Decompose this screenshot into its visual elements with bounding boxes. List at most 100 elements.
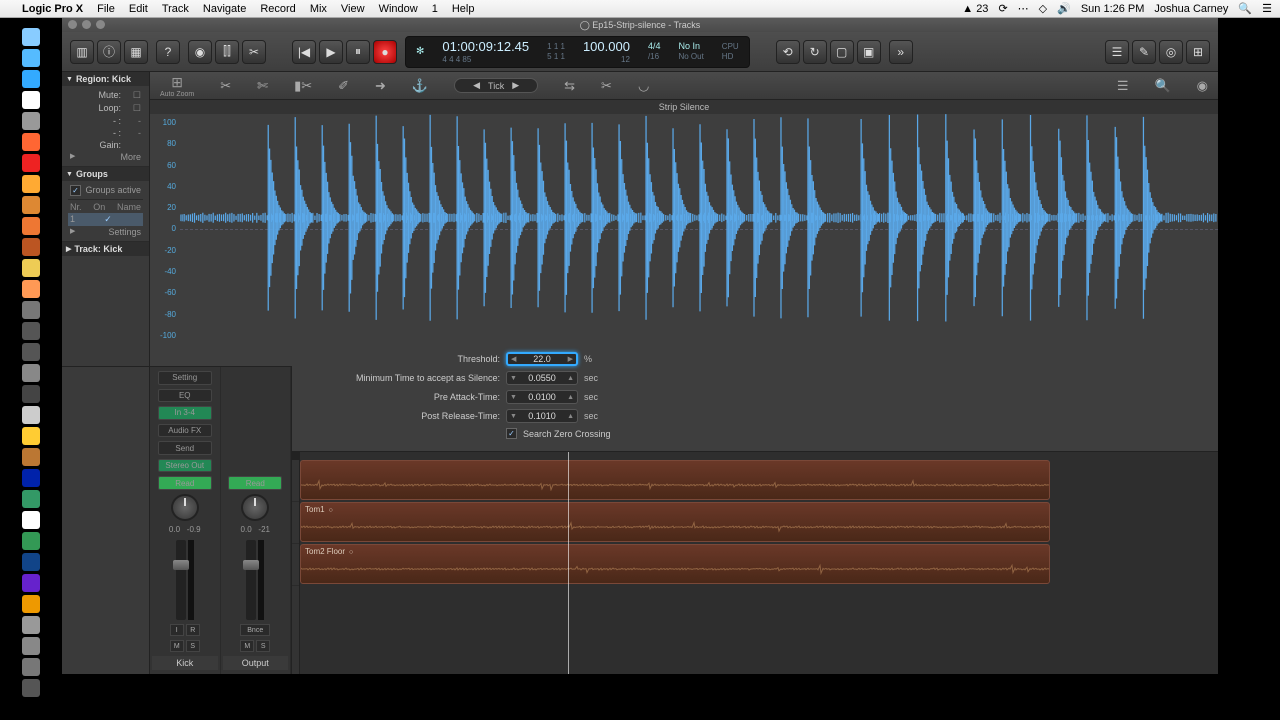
zero-crossing-checkbox[interactable]: ✓ xyxy=(506,428,517,439)
snap-tick[interactable]: ◀Tick▶ xyxy=(454,78,538,93)
dock-app-29[interactable] xyxy=(22,637,40,655)
menu-extras-icon[interactable]: ☰ xyxy=(1262,2,1272,15)
region-tom1[interactable]: Tom1○ xyxy=(300,502,1050,542)
menu-help[interactable]: Help xyxy=(452,3,475,15)
dock-app-26[interactable] xyxy=(22,574,40,592)
dock-app-20[interactable] xyxy=(22,448,40,466)
threshold-field[interactable]: ◀22.0▶ xyxy=(506,352,578,366)
playhead[interactable] xyxy=(568,452,569,674)
dock-app-11[interactable] xyxy=(22,259,40,277)
lcd-sig[interactable]: 4/4 xyxy=(648,41,661,52)
menu-view[interactable]: View xyxy=(341,3,365,15)
lcd-settings-icon[interactable]: ✻ xyxy=(416,46,424,57)
solo-button[interactable]: ▢ xyxy=(830,40,854,64)
region-track5[interactable] xyxy=(300,460,1050,500)
menu-mix[interactable]: Mix xyxy=(310,3,327,15)
loop-checkbox[interactable]: ☐ xyxy=(121,103,141,114)
dock-app-13[interactable] xyxy=(22,301,40,319)
track-lanes[interactable]: Tom1○ Tom2 Floor○ xyxy=(300,452,1218,674)
scissors-icon[interactable]: ✂ xyxy=(220,78,231,94)
region-header[interactable]: ▼Region: Kick xyxy=(62,72,149,86)
dock-app-5[interactable] xyxy=(22,133,40,151)
post-release-field[interactable]: ▼0.1010▲ xyxy=(506,409,578,423)
dock-app-23[interactable] xyxy=(22,511,40,529)
pause-button[interactable]: ⏸ xyxy=(346,40,370,64)
flex-icon[interactable]: ⇆ xyxy=(564,78,575,94)
automation-mode[interactable]: Read xyxy=(158,476,212,490)
dock-app-9[interactable] xyxy=(22,217,40,235)
volume-fader[interactable] xyxy=(246,540,256,620)
menu-file[interactable]: File xyxy=(97,3,115,15)
clock[interactable]: Sun 1:26 PM xyxy=(1081,3,1145,15)
min-time-field[interactable]: ▼0.0550▲ xyxy=(506,371,578,385)
groups-header[interactable]: ▼Groups xyxy=(62,167,149,181)
editors-button[interactable]: ✂ xyxy=(242,40,266,64)
channel-name[interactable]: Kick xyxy=(152,656,218,670)
mute-btn[interactable]: M xyxy=(240,640,254,652)
app-name[interactable]: Logic Pro X xyxy=(22,3,83,15)
library-button[interactable]: ▥ xyxy=(70,40,94,64)
more-disclosure[interactable]: More xyxy=(120,152,141,162)
auto-zoom-button[interactable]: ⊞Auto Zoom xyxy=(160,74,194,98)
more-button[interactable]: » xyxy=(889,40,913,64)
arrow-tool-icon[interactable]: ➜ xyxy=(375,78,386,94)
dock-app-6[interactable] xyxy=(22,154,40,172)
dock-app-1[interactable] xyxy=(22,49,40,67)
trim-tool-icon[interactable]: ▮✂ xyxy=(294,78,312,94)
volume-icon[interactable]: 🔊 xyxy=(1057,2,1071,15)
dock-app-12[interactable] xyxy=(22,280,40,298)
play-button[interactable]: ▶ xyxy=(319,40,343,64)
settings-disclosure[interactable]: Settings xyxy=(108,227,141,237)
sync-icon[interactable]: ⟳ xyxy=(998,2,1007,15)
menu-window[interactable]: Window xyxy=(379,3,418,15)
channel-name[interactable]: Output xyxy=(223,656,289,670)
view-list-icon[interactable]: ☰ xyxy=(1117,78,1129,94)
menu-track[interactable]: Track xyxy=(162,3,189,15)
dock-app-3[interactable] xyxy=(22,91,40,109)
dock-app-24[interactable] xyxy=(22,532,40,550)
region-tom2[interactable]: Tom2 Floor○ xyxy=(300,544,1050,584)
dock-app-16[interactable] xyxy=(22,364,40,382)
colors-icon[interactable]: ◉ xyxy=(1197,78,1208,94)
gain-icon[interactable]: ◡ xyxy=(638,78,649,94)
group-row-1[interactable]: 1 xyxy=(70,214,75,225)
lcd-out[interactable]: No Out xyxy=(678,52,703,62)
output-slot[interactable]: Stereo Out xyxy=(158,459,212,473)
inspector-button[interactable]: ⓘ xyxy=(97,40,121,64)
lcd-in[interactable]: No In xyxy=(678,41,703,52)
replace-button[interactable]: ↻ xyxy=(803,40,827,64)
notes-button[interactable]: ✎ xyxy=(1132,40,1156,64)
dock-app-25[interactable] xyxy=(22,553,40,571)
dock-app-0[interactable] xyxy=(22,28,40,46)
input-slot[interactable]: In 3-4 xyxy=(158,406,212,420)
spotlight-icon[interactable]: 🔍 xyxy=(1238,2,1252,15)
bounce-btn[interactable]: Bnce xyxy=(240,624,270,636)
audiofx-slot[interactable]: Audio FX xyxy=(158,424,212,438)
browser-button[interactable]: ⊞ xyxy=(1186,40,1210,64)
eq-slot[interactable]: EQ xyxy=(158,389,212,403)
mute-btn[interactable]: M xyxy=(170,640,184,652)
rec-enable-btn[interactable]: R xyxy=(186,624,200,636)
dock-app-14[interactable] xyxy=(22,322,40,340)
lcd-display[interactable]: ✻ 01:00:09:12.454 4 4 85 1 1 15 1 1 100.… xyxy=(405,36,750,68)
setting-slot[interactable]: Setting xyxy=(158,371,212,385)
slice-icon[interactable]: ✂ xyxy=(601,78,612,94)
waveform-display[interactable] xyxy=(180,114,1218,344)
menu-record[interactable]: Record xyxy=(260,3,295,15)
loops-button[interactable]: ◎ xyxy=(1159,40,1183,64)
lcd-locator-lb[interactable]: 5 1 1 xyxy=(547,52,565,62)
list-button[interactable]: ☰ xyxy=(1105,40,1129,64)
dock-app-19[interactable] xyxy=(22,427,40,445)
dock-app-15[interactable] xyxy=(22,343,40,361)
dock-app-27[interactable] xyxy=(22,595,40,613)
dock-app-7[interactable] xyxy=(22,175,40,193)
lcd-sig-b[interactable]: /16 xyxy=(648,52,661,62)
dock-app-10[interactable] xyxy=(22,238,40,256)
solo-btn[interactable]: S xyxy=(256,640,270,652)
lcd-bars[interactable]: 4 4 4 85 xyxy=(442,55,529,65)
dock-app-2[interactable] xyxy=(22,70,40,88)
dock-app-18[interactable] xyxy=(22,406,40,424)
input-mon-btn[interactable]: I xyxy=(170,624,184,636)
dock-app-17[interactable] xyxy=(22,385,40,403)
cut-tool-icon[interactable]: ✄ xyxy=(257,78,268,94)
